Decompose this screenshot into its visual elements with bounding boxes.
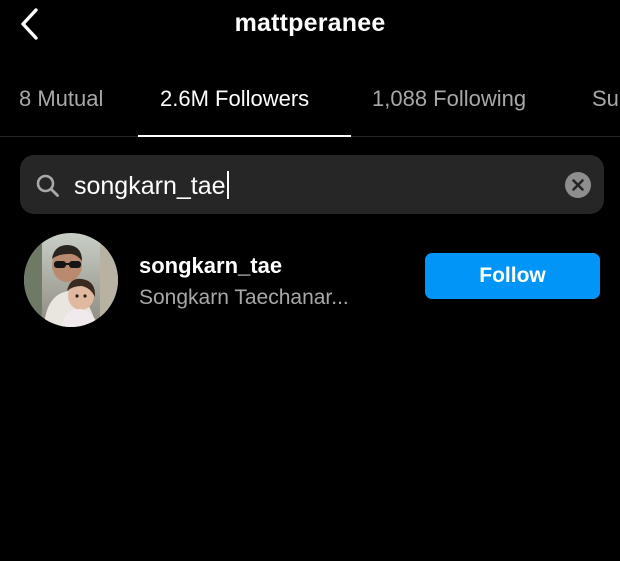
result-full-name: Songkarn Taechanar... — [139, 286, 349, 309]
follow-button[interactable]: Follow — [425, 253, 600, 299]
top-bar: mattperanee — [0, 0, 620, 52]
follow-button-label: Follow — [479, 264, 546, 287]
tab-mutual[interactable]: 8 Mutual — [19, 86, 103, 112]
avatar[interactable] — [24, 233, 118, 327]
search-input[interactable]: songkarn_tae — [74, 171, 229, 201]
search-field[interactable]: songkarn_tae — [20, 155, 604, 214]
tab-suggested[interactable]: Su — [592, 86, 619, 112]
search-input-value: songkarn_tae — [74, 172, 226, 200]
clear-icon[interactable] — [565, 172, 591, 198]
active-tab-indicator — [138, 135, 351, 137]
search-icon — [36, 174, 59, 197]
tab-following[interactable]: 1,088 Following — [372, 86, 526, 112]
tab-bar: 8 Mutual 2.6M Followers 1,088 Following … — [0, 80, 620, 137]
list-item[interactable]: songkarn_tae Songkarn Taechanar... Follo… — [0, 230, 620, 330]
result-username[interactable]: songkarn_tae — [139, 253, 282, 279]
avatar-photo — [24, 233, 118, 327]
profile-username-title: mattperanee — [234, 9, 386, 37]
tab-followers[interactable]: 2.6M Followers — [160, 86, 309, 112]
text-cursor — [226, 171, 229, 199]
